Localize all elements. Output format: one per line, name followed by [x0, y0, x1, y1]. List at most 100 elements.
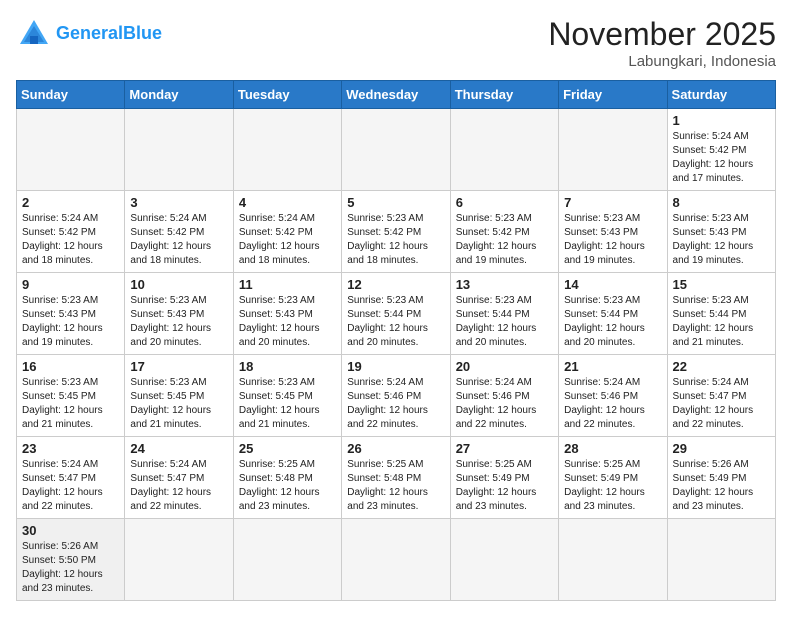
- calendar-cell: 19Sunrise: 5:24 AM Sunset: 5:46 PM Dayli…: [342, 355, 450, 437]
- day-number: 6: [456, 195, 553, 210]
- calendar-cell: 30 Sunrise: 5:26 AM Sunset: 5:50 PM Dayli…: [17, 519, 125, 601]
- location-subtitle: Labungkari, Indonesia: [548, 53, 776, 70]
- calendar-cell: [233, 519, 341, 601]
- day-info: Sunrise: 5:23 AM Sunset: 5:45 PM Dayligh…: [239, 376, 336, 432]
- weekday-header-monday: Monday: [125, 81, 233, 109]
- day-info: Sunrise: 5:23 AM Sunset: 5:43 PM Dayligh…: [239, 294, 336, 350]
- title-area: November 2025 Labungkari, Indonesia: [548, 16, 776, 70]
- day-info: Sunrise: 5:24 AM Sunset: 5:42 PM Dayligh…: [673, 130, 770, 186]
- calendar-cell: 23Sunrise: 5:24 AM Sunset: 5:47 PM Dayli…: [17, 437, 125, 519]
- calendar-cell: [233, 109, 341, 191]
- calendar-cell: 22Sunrise: 5:24 AM Sunset: 5:47 PM Dayli…: [667, 355, 775, 437]
- day-number: 30: [22, 523, 119, 538]
- weekday-header-saturday: Saturday: [667, 81, 775, 109]
- calendar-cell: [450, 109, 558, 191]
- day-number: 19: [347, 359, 444, 374]
- calendar-cell: 11 Sunrise: 5:23 AM Sunset: 5:43 PM Dayli…: [233, 273, 341, 355]
- day-number: 14: [564, 277, 661, 292]
- day-info: Sunrise: 5:23 AM Sunset: 5:44 PM Dayligh…: [347, 294, 444, 350]
- day-number: 28: [564, 441, 661, 456]
- day-info: Sunrise: 5:23 AM Sunset: 5:43 PM Dayligh…: [564, 212, 661, 268]
- calendar-cell: [450, 519, 558, 601]
- day-info: Sunrise: 5:23 AM Sunset: 5:42 PM Dayligh…: [347, 212, 444, 268]
- calendar-cell: 12 Sunrise: 5:23 AM Sunset: 5:44 PM Dayli…: [342, 273, 450, 355]
- calendar-cell: [125, 519, 233, 601]
- day-number: 17: [130, 359, 227, 374]
- day-info: Sunrise: 5:23 AM Sunset: 5:43 PM Dayligh…: [22, 294, 119, 350]
- day-info: Sunrise: 5:24 AM Sunset: 5:46 PM Dayligh…: [564, 376, 661, 432]
- page-header: GeneralBlue November 2025 Labungkari, In…: [16, 16, 776, 70]
- calendar-table: SundayMondayTuesdayWednesdayThursdayFrid…: [16, 80, 776, 601]
- day-number: 7: [564, 195, 661, 210]
- calendar-cell: [559, 519, 667, 601]
- calendar-cell: 7 Sunrise: 5:23 AM Sunset: 5:43 PM Daylig…: [559, 191, 667, 273]
- calendar-cell: 25Sunrise: 5:25 AM Sunset: 5:48 PM Dayli…: [233, 437, 341, 519]
- calendar-cell: [342, 109, 450, 191]
- day-info: Sunrise: 5:23 AM Sunset: 5:43 PM Dayligh…: [673, 212, 770, 268]
- calendar-cell: 29 Sunrise: 5:26 AM Sunset: 5:49 PM Dayli…: [667, 437, 775, 519]
- calendar-week-2: 2 Sunrise: 5:24 AM Sunset: 5:42 PM Daylig…: [17, 191, 776, 273]
- day-info: Sunrise: 5:25 AM Sunset: 5:48 PM Dayligh…: [347, 458, 444, 514]
- calendar-cell: 2 Sunrise: 5:24 AM Sunset: 5:42 PM Daylig…: [17, 191, 125, 273]
- day-number: 2: [22, 195, 119, 210]
- logo: GeneralBlue: [16, 16, 162, 52]
- calendar-cell: [17, 109, 125, 191]
- day-number: 1: [673, 113, 770, 128]
- calendar-cell: 9Sunrise: 5:23 AM Sunset: 5:43 PM Daylig…: [17, 273, 125, 355]
- month-year-title: November 2025: [548, 16, 776, 53]
- calendar-cell: 18Sunrise: 5:23 AM Sunset: 5:45 PM Dayli…: [233, 355, 341, 437]
- day-number: 12: [347, 277, 444, 292]
- logo-blue: Blue: [123, 23, 162, 43]
- day-number: 29: [673, 441, 770, 456]
- day-number: 20: [456, 359, 553, 374]
- day-number: 26: [347, 441, 444, 456]
- weekday-header-sunday: Sunday: [17, 81, 125, 109]
- calendar-week-1: 1 Sunrise: 5:24 AM Sunset: 5:42 PM Daylig…: [17, 109, 776, 191]
- day-info: Sunrise: 5:24 AM Sunset: 5:42 PM Dayligh…: [22, 212, 119, 268]
- calendar-cell: 27 Sunrise: 5:25 AM Sunset: 5:49 PM Dayli…: [450, 437, 558, 519]
- calendar-cell: [559, 109, 667, 191]
- day-number: 4: [239, 195, 336, 210]
- day-number: 5: [347, 195, 444, 210]
- day-number: 27: [456, 441, 553, 456]
- day-info: Sunrise: 5:24 AM Sunset: 5:46 PM Dayligh…: [456, 376, 553, 432]
- weekday-header-tuesday: Tuesday: [233, 81, 341, 109]
- day-info: Sunrise: 5:26 AM Sunset: 5:50 PM Dayligh…: [22, 540, 119, 596]
- calendar-week-5: 23Sunrise: 5:24 AM Sunset: 5:47 PM Dayli…: [17, 437, 776, 519]
- calendar-cell: [342, 519, 450, 601]
- calendar-cell: 4 Sunrise: 5:24 AM Sunset: 5:42 PM Daylig…: [233, 191, 341, 273]
- day-number: 8: [673, 195, 770, 210]
- day-info: Sunrise: 5:24 AM Sunset: 5:42 PM Dayligh…: [239, 212, 336, 268]
- calendar-cell: 16Sunrise: 5:23 AM Sunset: 5:45 PM Dayli…: [17, 355, 125, 437]
- calendar-cell: 28 Sunrise: 5:25 AM Sunset: 5:49 PM Dayli…: [559, 437, 667, 519]
- calendar-cell: 10Sunrise: 5:23 AM Sunset: 5:43 PM Dayli…: [125, 273, 233, 355]
- logo-icon: [16, 16, 52, 52]
- day-number: 16: [22, 359, 119, 374]
- day-info: Sunrise: 5:23 AM Sunset: 5:44 PM Dayligh…: [564, 294, 661, 350]
- day-number: 25: [239, 441, 336, 456]
- calendar-cell: 21 Sunrise: 5:24 AM Sunset: 5:46 PM Dayli…: [559, 355, 667, 437]
- calendar-cell: 6 Sunrise: 5:23 AM Sunset: 5:42 PM Daylig…: [450, 191, 558, 273]
- day-info: Sunrise: 5:25 AM Sunset: 5:49 PM Dayligh…: [456, 458, 553, 514]
- logo-text: GeneralBlue: [56, 24, 162, 44]
- day-number: 22: [673, 359, 770, 374]
- calendar-week-4: 16 Sunrise: 5:23 AM Sunset: 5:45 PM Dayli…: [17, 355, 776, 437]
- weekday-header-wednesday: Wednesday: [342, 81, 450, 109]
- day-info: Sunrise: 5:23 AM Sunset: 5:42 PM Dayligh…: [456, 212, 553, 268]
- day-info: Sunrise: 5:23 AM Sunset: 5:45 PM Dayligh…: [130, 376, 227, 432]
- weekday-header-thursday: Thursday: [450, 81, 558, 109]
- day-number: 21: [564, 359, 661, 374]
- day-number: 13: [456, 277, 553, 292]
- calendar-header-row: SundayMondayTuesdayWednesdayThursdayFrid…: [17, 81, 776, 109]
- day-info: Sunrise: 5:25 AM Sunset: 5:49 PM Dayligh…: [564, 458, 661, 514]
- calendar-cell: 15Sunrise: 5:23 AM Sunset: 5:44 PM Dayli…: [667, 273, 775, 355]
- day-info: Sunrise: 5:26 AM Sunset: 5:49 PM Dayligh…: [673, 458, 770, 514]
- day-info: Sunrise: 5:24 AM Sunset: 5:47 PM Dayligh…: [22, 458, 119, 514]
- day-info: Sunrise: 5:24 AM Sunset: 5:47 PM Dayligh…: [130, 458, 227, 514]
- day-info: Sunrise: 5:23 AM Sunset: 5:44 PM Dayligh…: [456, 294, 553, 350]
- calendar-cell: 8 Sunrise: 5:23 AM Sunset: 5:43 PM Daylig…: [667, 191, 775, 273]
- day-info: Sunrise: 5:23 AM Sunset: 5:43 PM Dayligh…: [130, 294, 227, 350]
- calendar-cell: 24Sunrise: 5:24 AM Sunset: 5:47 PM Dayli…: [125, 437, 233, 519]
- weekday-header-friday: Friday: [559, 81, 667, 109]
- day-number: 11: [239, 277, 336, 292]
